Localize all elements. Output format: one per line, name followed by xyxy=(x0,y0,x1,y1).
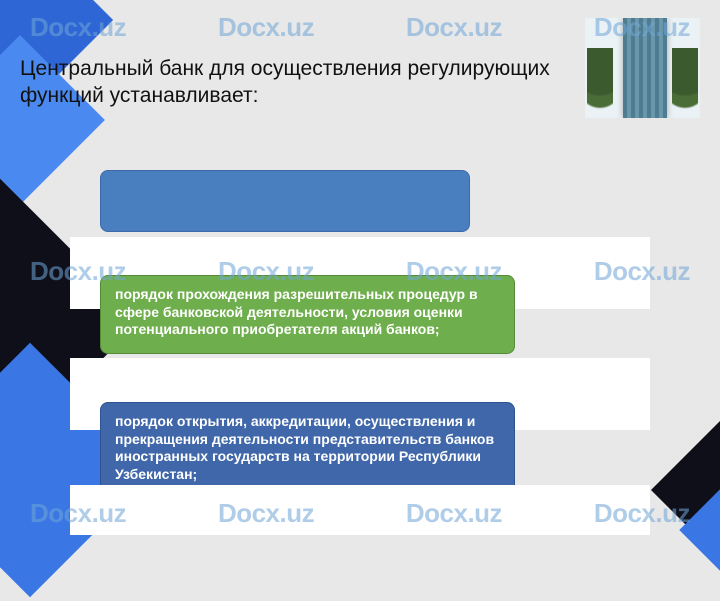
card-darkblue-text: порядок открытия, аккредитации, осуществ… xyxy=(115,413,494,482)
building-image xyxy=(585,18,700,118)
card-green: порядок прохождения разрешительных проце… xyxy=(100,275,515,354)
white-bar-3 xyxy=(70,485,650,535)
slide-heading: Центральный банк для осуществления регул… xyxy=(20,55,560,110)
card-green-text: порядок прохождения разрешительных проце… xyxy=(115,286,478,337)
card-blue-empty xyxy=(100,170,470,232)
card-darkblue: порядок открытия, аккредитации, осуществ… xyxy=(100,402,515,498)
